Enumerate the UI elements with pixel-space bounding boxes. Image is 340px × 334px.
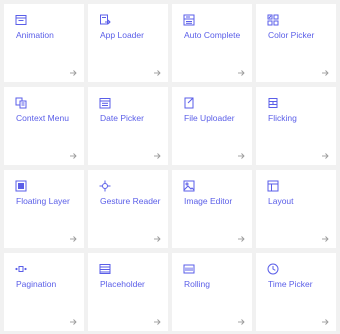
flicking-icon bbox=[267, 97, 279, 109]
card-color-picker[interactable]: Color Picker bbox=[256, 4, 336, 82]
card-placeholder[interactable]: Placeholder bbox=[88, 253, 168, 331]
card-flicking[interactable]: Flicking bbox=[256, 87, 336, 165]
card-image-editor[interactable]: Image Editor bbox=[172, 170, 252, 248]
app-loader-icon bbox=[99, 14, 111, 26]
arrow-right-icon bbox=[69, 69, 77, 77]
card-label: Gesture Reader bbox=[100, 196, 161, 206]
animation-icon bbox=[15, 14, 27, 26]
card-label: Image Editor bbox=[184, 196, 233, 206]
arrow-right-icon bbox=[153, 318, 161, 326]
card-label: Context Menu bbox=[16, 113, 69, 123]
card-label: App Loader bbox=[100, 30, 144, 40]
arrow-right-icon bbox=[321, 318, 329, 326]
card-label: Placeholder bbox=[100, 279, 145, 289]
file-uploader-icon bbox=[183, 97, 195, 109]
auto-complete-icon bbox=[183, 14, 195, 26]
arrow-right-icon bbox=[153, 152, 161, 160]
card-context-menu[interactable]: Context Menu bbox=[4, 87, 84, 165]
floating-layer-icon bbox=[15, 180, 27, 192]
card-label: Auto Complete bbox=[184, 30, 241, 40]
arrow-right-icon bbox=[69, 235, 77, 243]
arrow-right-icon bbox=[237, 318, 245, 326]
card-label: Time Picker bbox=[268, 279, 313, 289]
card-label: Pagination bbox=[16, 279, 57, 289]
card-label: Animation bbox=[16, 30, 54, 40]
context-menu-icon bbox=[15, 97, 27, 109]
card-time-picker[interactable]: Time Picker bbox=[256, 253, 336, 331]
date-picker-icon bbox=[99, 97, 111, 109]
arrow-right-icon bbox=[321, 235, 329, 243]
card-auto-complete[interactable]: Auto Complete bbox=[172, 4, 252, 82]
card-animation[interactable]: Animation bbox=[4, 4, 84, 82]
arrow-right-icon bbox=[69, 318, 77, 326]
card-label: Layout bbox=[268, 196, 294, 206]
placeholder-icon bbox=[99, 263, 111, 275]
arrow-right-icon bbox=[153, 69, 161, 77]
card-layout[interactable]: Layout bbox=[256, 170, 336, 248]
gesture-reader-icon bbox=[99, 180, 111, 192]
card-label: Color Picker bbox=[268, 30, 315, 40]
card-label: Flicking bbox=[268, 113, 297, 123]
arrow-right-icon bbox=[153, 235, 161, 243]
card-date-picker[interactable]: Date Picker bbox=[88, 87, 168, 165]
arrow-right-icon bbox=[237, 69, 245, 77]
card-pagination[interactable]: Pagination bbox=[4, 253, 84, 331]
card-app-loader[interactable]: App Loader bbox=[88, 4, 168, 82]
card-gesture-reader[interactable]: Gesture Reader bbox=[88, 170, 168, 248]
card-label: Rolling bbox=[184, 279, 210, 289]
pagination-icon bbox=[15, 263, 27, 275]
time-picker-icon bbox=[267, 263, 279, 275]
arrow-right-icon bbox=[321, 152, 329, 160]
rolling-icon bbox=[183, 263, 195, 275]
color-picker-icon bbox=[267, 14, 279, 26]
card-floating-layer[interactable]: Floating Layer bbox=[4, 170, 84, 248]
card-file-uploader[interactable]: File Uploader bbox=[172, 87, 252, 165]
arrow-right-icon bbox=[237, 152, 245, 160]
card-label: Floating Layer bbox=[16, 196, 70, 206]
arrow-right-icon bbox=[321, 69, 329, 77]
card-label: Date Picker bbox=[100, 113, 144, 123]
arrow-right-icon bbox=[237, 235, 245, 243]
card-label: File Uploader bbox=[184, 113, 235, 123]
layout-icon bbox=[267, 180, 279, 192]
image-editor-icon bbox=[183, 180, 195, 192]
component-grid: Animation App Loader Auto Complete Color… bbox=[4, 4, 336, 331]
arrow-right-icon bbox=[69, 152, 77, 160]
card-rolling[interactable]: Rolling bbox=[172, 253, 252, 331]
